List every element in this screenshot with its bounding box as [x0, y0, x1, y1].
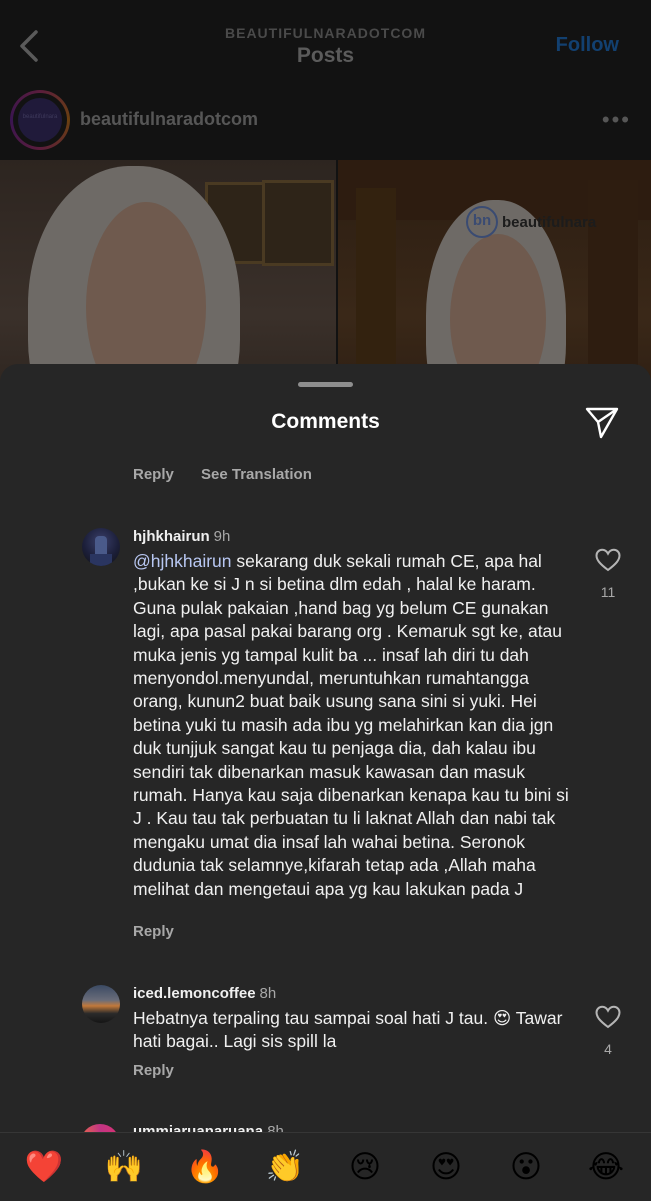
reply-button[interactable]: Reply — [133, 1062, 174, 1079]
fire-emoji-button[interactable]: 🔥 — [183, 1147, 227, 1187]
reply-button[interactable]: Reply — [133, 923, 174, 940]
story-ring[interactable]: beautifulnara — [10, 90, 70, 150]
reply-button[interactable]: Reply — [133, 466, 174, 483]
avatar-logo-text: beautifulnara — [22, 114, 58, 120]
top-bar: BEAUTIFULNARADOTCOM Posts Follow — [0, 0, 651, 85]
clapping-emoji-button[interactable]: 👏 — [263, 1147, 307, 1187]
page-title: Posts — [296, 44, 355, 67]
post-username[interactable]: beautifulnaradotcom — [80, 109, 258, 130]
like-heart-icon[interactable] — [595, 1005, 621, 1029]
raised-hands-emoji-button[interactable]: 🙌 — [102, 1147, 146, 1187]
comment-avatar[interactable] — [82, 528, 120, 566]
avatar: beautifulnara — [18, 98, 62, 142]
comment-time: 8h — [259, 985, 277, 1002]
comment-meta: hjhkhairun 9h — [133, 528, 230, 545]
like-count: 11 — [600, 584, 616, 600]
heart-eyes-emoji-button[interactable]: 😍 — [424, 1147, 468, 1187]
laughing-emoji-button[interactable]: 😂 — [584, 1147, 628, 1187]
comment-avatar[interactable] — [82, 985, 120, 1023]
comment-mention[interactable]: @hjhkhairun — [133, 551, 232, 571]
comment-text: @hjhkhairun sekarang duk sekali rumah CE… — [133, 550, 573, 901]
post-header: beautifulnara beautifulnaradotcom ••• — [0, 85, 651, 160]
comment-time: 9h — [213, 528, 231, 545]
watermark-logo-icon: bn — [466, 206, 498, 238]
like-count: 4 — [604, 1041, 612, 1057]
watermark: bn beautifulnara — [466, 206, 596, 238]
watermark-text: beautifulnara — [502, 213, 597, 231]
comment-body: sekarang duk sekali rumah CE, apa hal ,b… — [133, 551, 569, 899]
share-send-icon[interactable] — [584, 404, 620, 440]
crying-emoji-button[interactable]: 😢 — [343, 1147, 387, 1187]
sheet-drag-handle[interactable] — [298, 382, 353, 387]
comment-username[interactable]: iced.lemoncoffee — [133, 985, 256, 1002]
comment-meta: iced.lemoncoffee 8h — [133, 985, 276, 1002]
sheet-title: Comments — [271, 410, 380, 433]
comments-sheet: Comments Reply See Translation hjhkhairu… — [0, 364, 651, 1200]
surprised-emoji-button[interactable]: 😮 — [504, 1147, 548, 1187]
like-heart-icon[interactable] — [595, 548, 621, 572]
account-caption: BEAUTIFULNARADOTCOM — [225, 25, 426, 41]
comment-text: Hebatnya terpaling tau sampai soal hati … — [133, 1008, 563, 1052]
comment-username[interactable]: hjhkhairun — [133, 528, 210, 545]
emoji-reaction-bar: ❤️ 🙌 🔥 👏 😢 😍 😮 😂 — [0, 1132, 651, 1201]
post-view: BEAUTIFULNARADOTCOM Posts Follow beautif… — [0, 0, 651, 420]
follow-button[interactable]: Follow — [556, 34, 619, 57]
more-options-icon[interactable]: ••• — [602, 107, 631, 133]
heart-emoji-button[interactable]: ❤️ — [22, 1147, 66, 1187]
see-translation-button[interactable]: See Translation — [201, 466, 312, 483]
